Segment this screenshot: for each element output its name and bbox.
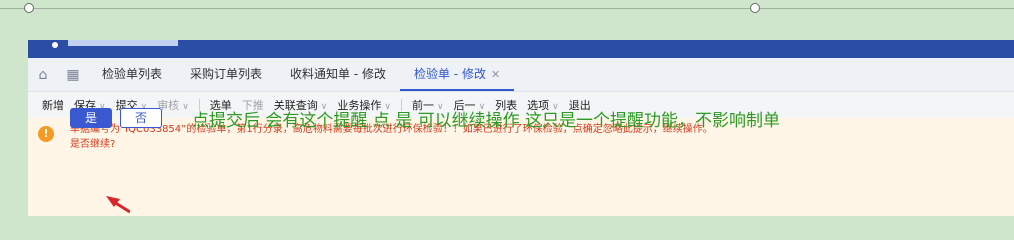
logo-block <box>68 40 178 46</box>
annotation-arrow-icon <box>106 196 130 214</box>
yes-button[interactable]: 是 <box>70 108 112 128</box>
tab-bar: ⌂ ▦ 检验单列表 采购订单列表 收料通知单 - 修改 检验单 - 修改 ✕ <box>28 58 1014 92</box>
tab-purchase-order-list[interactable]: 采购订单列表 <box>176 58 276 91</box>
chevron-down-icon: ∨ <box>182 102 189 112</box>
app-header <box>28 40 1014 58</box>
resize-handle-right[interactable] <box>750 3 760 13</box>
new-button[interactable]: 新增 <box>42 97 64 113</box>
close-icon[interactable]: ✕ <box>491 68 500 81</box>
warning-icon: ! <box>38 126 54 142</box>
tab-receipt-notice-edit[interactable]: 收料通知单 - 修改 <box>276 58 400 91</box>
resize-handle-left[interactable] <box>24 3 34 13</box>
logo-icon <box>52 42 58 48</box>
tab-inspection-edit-label: 检验单 - 修改 <box>414 67 486 81</box>
tab-inspection-edit[interactable]: 检验单 - 修改 ✕ <box>400 58 515 91</box>
no-button[interactable]: 否 <box>120 108 162 128</box>
annotation-text: 点提交后 会有这个提醒 点 是 可以继续操作 这只是一个提醒功能，不影响制单 <box>192 111 781 131</box>
tab-inspection-list[interactable]: 检验单列表 <box>88 58 176 91</box>
frame-top-line <box>0 8 1014 9</box>
alert-question: 是否继续? <box>70 139 116 150</box>
home-icon[interactable]: ⌂ <box>28 67 58 83</box>
grid-icon[interactable]: ▦ <box>58 67 88 83</box>
alert-panel: ! 单据编号为“IQC033854”的检验单，第1行分录，高危物料需要每批次进行… <box>28 118 1014 216</box>
